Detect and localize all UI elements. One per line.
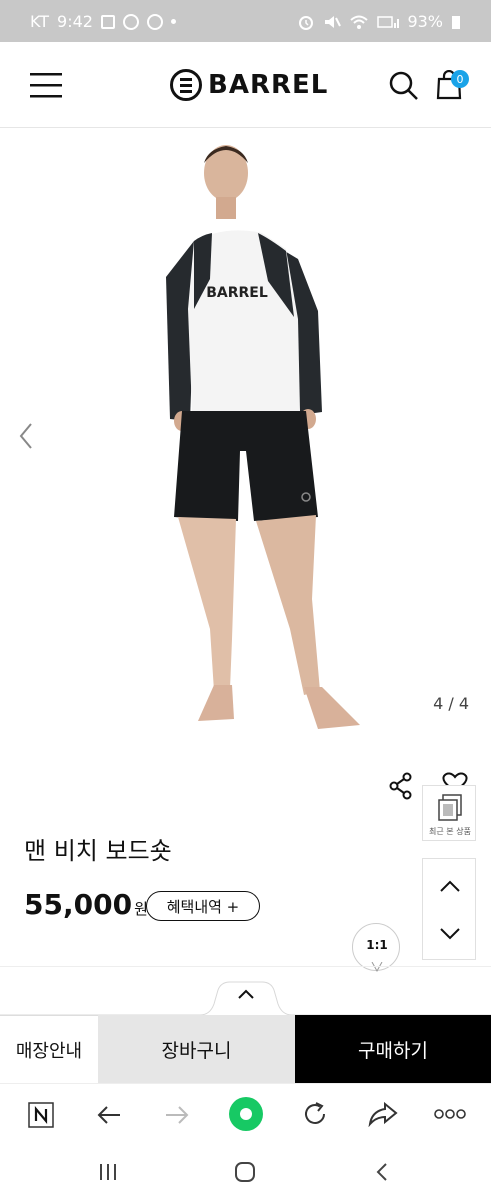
share-icon[interactable] [388, 772, 414, 800]
carrier-label: KT [30, 12, 50, 31]
store-info-button[interactable]: 매장안내 [0, 1015, 98, 1083]
sync-notification-icon [122, 13, 139, 30]
recent-products-icon [438, 794, 462, 821]
add-to-cart-button[interactable]: 장바구니 [98, 1015, 295, 1083]
wifi-icon [350, 15, 369, 29]
product-price: 55,000 원 [24, 888, 148, 921]
forward-arrow-icon[interactable] [164, 1102, 190, 1128]
refresh-icon[interactable] [302, 1101, 328, 1127]
divider [0, 966, 491, 967]
chevron-up-icon [238, 989, 254, 999]
share-arrow-icon[interactable] [368, 1101, 398, 1127]
status-bar: KT 9:42 93% [0, 0, 491, 42]
brand-logo[interactable]: BARREL [170, 69, 328, 101]
shirt-logo: BARREL [206, 285, 268, 301]
product-name: 맨 비치 보드숏 [24, 837, 172, 865]
scroll-controls [422, 858, 476, 960]
battery-icon [452, 15, 460, 29]
system-back-icon[interactable] [374, 1161, 390, 1183]
back-arrow-icon[interactable] [96, 1102, 122, 1128]
benefit-details-button[interactable]: 혜택내역 + [146, 891, 260, 921]
purchase-sheet-toggle[interactable] [0, 980, 491, 1016]
recent-products-button[interactable]: 최근 본 상품 [422, 785, 476, 841]
price-amount: 55,000 [24, 888, 133, 921]
clock: 9:42 [57, 12, 93, 31]
more-notifications-icon [170, 19, 176, 24]
recent-apps-icon[interactable] [98, 1161, 118, 1183]
more-options-icon[interactable] [434, 1108, 466, 1120]
chat-button[interactable]: 1:1 [352, 923, 400, 973]
chevron-left-icon[interactable] [16, 421, 36, 451]
cart-count-badge: 0 [451, 70, 469, 88]
gallery-notification-icon [100, 14, 115, 29]
recent-products-label: 최근 본 상품 [429, 827, 471, 836]
home-icon[interactable] [234, 1161, 256, 1183]
buy-now-button[interactable]: 구매하기 [295, 1015, 491, 1083]
image-counter: 4 / 4 [433, 694, 469, 713]
purchase-bar: 매장안내 장바구니 구매하기 [0, 1015, 491, 1083]
product-photo: BARREL [166, 145, 360, 729]
app-notification-icon [146, 13, 163, 30]
chat-label: 1:1 [366, 938, 388, 952]
product-image-gallery[interactable]: BARREL 4 / 4 [0, 129, 491, 739]
search-icon[interactable] [388, 70, 420, 102]
naver-home-icon[interactable] [28, 1102, 54, 1128]
system-navigation-bar [0, 1145, 491, 1200]
brand-logo-text: BARREL [208, 70, 329, 100]
site-header: BARREL 0 [0, 42, 491, 128]
scroll-up-icon[interactable] [439, 879, 461, 893]
scroll-down-icon[interactable] [439, 927, 461, 941]
green-dot-icon[interactable] [227, 1095, 265, 1133]
hd-signal-icon [377, 15, 400, 28]
chat-tail-icon [371, 962, 383, 973]
mute-icon [325, 15, 342, 28]
alarm-icon [299, 15, 314, 30]
menu-icon[interactable] [28, 70, 64, 100]
browser-toolbar [0, 1083, 491, 1145]
battery-level: 93% [407, 12, 443, 31]
brand-logo-mark [170, 69, 202, 101]
